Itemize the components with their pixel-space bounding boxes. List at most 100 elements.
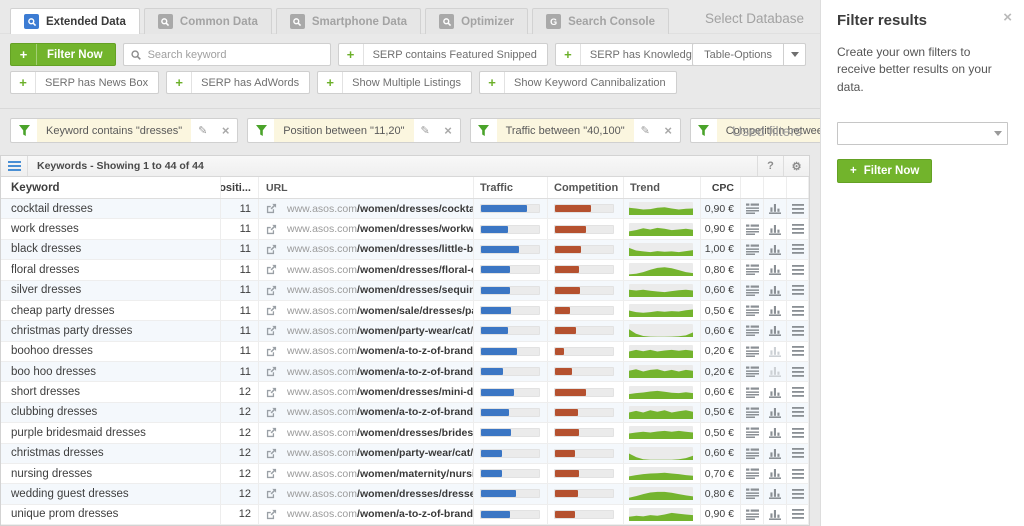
history-chart-button[interactable] bbox=[764, 382, 787, 402]
add-filter-button-serp-contains-featured-snipped[interactable]: + SERP contains Featured Snipped bbox=[337, 43, 548, 66]
history-chart-button[interactable] bbox=[764, 484, 787, 504]
history-chart-button[interactable] bbox=[764, 300, 787, 321]
url-link[interactable]: www.asos.com/women/dresses/little-black-… bbox=[266, 243, 473, 255]
edit-filter-button[interactable]: ✎ bbox=[634, 119, 657, 142]
edit-filter-button[interactable]: ✎ bbox=[414, 119, 437, 142]
url-link[interactable]: www.asos.com/women/maternity/nursing/cat… bbox=[266, 468, 473, 480]
serp-details-button[interactable] bbox=[741, 402, 764, 423]
url-link[interactable]: www.asos.com/women/a-to-z-of-brands/booh… bbox=[266, 366, 473, 378]
table-row[interactable]: floral dresses 11 www.asos.com/women/dress… bbox=[1, 260, 809, 281]
column-header-traffic[interactable]: Traffic bbox=[474, 177, 548, 198]
filter-select[interactable] bbox=[837, 122, 1008, 146]
filter-now-button[interactable]: + Filter Now bbox=[10, 43, 116, 66]
serp-details-button[interactable] bbox=[741, 239, 764, 260]
serp-details-button[interactable] bbox=[741, 219, 764, 239]
serp-details-button[interactable] bbox=[741, 504, 764, 524]
url-link[interactable]: www.asos.com/women/party-wear/cat/?cid=1… bbox=[266, 447, 473, 459]
add-filter-button-show-keyword-cannibalization[interactable]: + Show Keyword Cannibalization bbox=[479, 71, 677, 94]
tab-search-console[interactable]: G Search Console bbox=[532, 8, 670, 34]
table-row[interactable]: purple bridesmaid dresses 12 www.asos.com /… bbox=[1, 423, 809, 444]
row-menu-button[interactable] bbox=[787, 382, 809, 402]
search-keyword-input[interactable] bbox=[147, 48, 324, 61]
serp-details-button[interactable] bbox=[741, 321, 764, 341]
serp-details-button[interactable] bbox=[741, 199, 764, 219]
settings-button[interactable]: ⚙ bbox=[783, 156, 809, 176]
table-menu-button[interactable] bbox=[1, 156, 28, 176]
table-row[interactable]: cocktail dresses 11 www.asos.com/women/dre… bbox=[1, 199, 809, 220]
search-keyword-box[interactable] bbox=[122, 43, 331, 66]
serp-details-button[interactable] bbox=[741, 443, 764, 463]
serp-details-button[interactable] bbox=[741, 260, 764, 280]
table-options-caret-button[interactable] bbox=[784, 43, 806, 66]
column-header-keyword[interactable]: Keyword bbox=[1, 177, 221, 198]
column-header-cpc[interactable]: CPC bbox=[701, 177, 741, 198]
table-row[interactable]: silver dresses 11 www.asos.com/women/dress… bbox=[1, 280, 809, 301]
table-row[interactable]: unique prom dresses 12 www.asos.com/women/… bbox=[1, 504, 809, 525]
column-header-competition[interactable]: Competition bbox=[548, 177, 624, 198]
row-menu-button[interactable] bbox=[787, 443, 809, 463]
history-chart-button[interactable] bbox=[764, 402, 787, 423]
row-menu-button[interactable] bbox=[787, 423, 809, 443]
add-filter-button-serp-has-news-box[interactable]: + SERP has News Box bbox=[10, 71, 160, 94]
column-header-positi[interactable]: Positi... bbox=[221, 177, 259, 198]
url-link[interactable]: www.asos.com/women/party-wear/cat/?cid=1… bbox=[266, 325, 473, 337]
url-link[interactable]: www.asos.com/women/a-to-z-of-brands/booh… bbox=[266, 345, 473, 357]
url-link[interactable]: www.asos.com/women/dresses/sequin-dresse… bbox=[266, 284, 473, 296]
serp-details-button[interactable] bbox=[741, 423, 764, 443]
table-row[interactable]: cheap party dresses 11 www.asos.com/women/… bbox=[1, 300, 809, 322]
url-link[interactable]: www.asos.com/women/a-to-z-of-brands/fore… bbox=[266, 508, 473, 520]
url-link[interactable]: www.asos.com/women/a-to-z-of-brands/club… bbox=[266, 406, 473, 418]
remove-filter-button[interactable]: × bbox=[437, 119, 460, 142]
serp-details-button[interactable] bbox=[741, 463, 764, 484]
table-row[interactable]: work dresses 11 www.asos.com/women/dresses… bbox=[1, 219, 809, 240]
serp-details-button[interactable] bbox=[741, 362, 764, 382]
help-button[interactable]: ? bbox=[757, 156, 783, 176]
history-chart-button[interactable] bbox=[764, 321, 787, 341]
close-icon[interactable]: × bbox=[1003, 10, 1012, 25]
history-chart-button[interactable] bbox=[764, 260, 787, 280]
table-row[interactable]: clubbing dresses 12 www.asos.com/women/a-t… bbox=[1, 402, 809, 424]
url-link[interactable]: www.asos.com/women/dresses/cocktail-dres… bbox=[266, 203, 473, 215]
row-menu-button[interactable] bbox=[787, 341, 809, 361]
serp-details-button[interactable] bbox=[741, 484, 764, 504]
history-chart-button[interactable] bbox=[764, 423, 787, 443]
row-menu-button[interactable] bbox=[787, 484, 809, 504]
tab-smartphone-data[interactable]: Smartphone Data bbox=[275, 8, 422, 34]
sidebar-filter-now-button[interactable]: + Filter Now bbox=[837, 159, 933, 184]
serp-details-button[interactable] bbox=[741, 280, 764, 300]
table-row[interactable]: christmas party dresses 11 www.asos.com/wo… bbox=[1, 321, 809, 342]
table-row[interactable]: wedding guest dresses 12 www.asos.com/wome… bbox=[1, 484, 809, 505]
row-menu-button[interactable] bbox=[787, 280, 809, 300]
serp-details-button[interactable] bbox=[741, 382, 764, 402]
url-link[interactable]: www.asos.com/women/dresses/bridesmaid-dr… bbox=[266, 427, 473, 439]
history-chart-button[interactable] bbox=[764, 463, 787, 484]
history-chart-button[interactable] bbox=[764, 280, 787, 300]
remove-filter-button[interactable]: × bbox=[657, 119, 680, 142]
row-menu-button[interactable] bbox=[787, 219, 809, 239]
add-filter-button-show-multiple-listings[interactable]: + Show Multiple Listings bbox=[317, 71, 473, 94]
table-row[interactable]: short dresses 12 www.asos.com/women/dresse… bbox=[1, 382, 809, 403]
url-link[interactable]: www.asos.com/women/dresses/floral-dresse… bbox=[266, 264, 473, 276]
remove-filter-button[interactable]: × bbox=[214, 119, 237, 142]
row-menu-button[interactable] bbox=[787, 321, 809, 341]
select-database[interactable]: Select Database bbox=[705, 11, 804, 26]
history-chart-button[interactable] bbox=[764, 239, 787, 260]
table-options-button[interactable]: Table-Options bbox=[692, 43, 784, 66]
history-chart-button[interactable] bbox=[764, 219, 787, 239]
row-menu-button[interactable] bbox=[787, 402, 809, 423]
serp-details-button[interactable] bbox=[741, 341, 764, 361]
column-header-trend[interactable]: Trend bbox=[624, 177, 701, 198]
table-row[interactable]: boo hoo dresses 11 www.asos.com/women/a-to… bbox=[1, 362, 809, 383]
table-row[interactable]: boohoo dresses 11 www.asos.com/women/a-to-… bbox=[1, 341, 809, 362]
row-menu-button[interactable] bbox=[787, 504, 809, 524]
tab-optimizer[interactable]: Optimizer bbox=[425, 8, 529, 34]
table-row[interactable]: black dresses 11 www.asos.com/women/dresse… bbox=[1, 239, 809, 261]
url-link[interactable]: www.asos.com/women/sale/dresses/party-dr… bbox=[266, 305, 473, 317]
url-link[interactable]: www.asos.com/women/dresses/dresses-for-w… bbox=[266, 488, 473, 500]
serp-details-button[interactable] bbox=[741, 300, 764, 321]
edit-filter-button[interactable]: ✎ bbox=[191, 119, 214, 142]
add-filter-button-serp-has-adwords[interactable]: + SERP has AdWords bbox=[166, 71, 311, 94]
row-menu-button[interactable] bbox=[787, 260, 809, 280]
history-chart-button[interactable] bbox=[764, 443, 787, 463]
table-row[interactable]: christmas dresses 12 www.asos.com/women/pa… bbox=[1, 443, 809, 464]
